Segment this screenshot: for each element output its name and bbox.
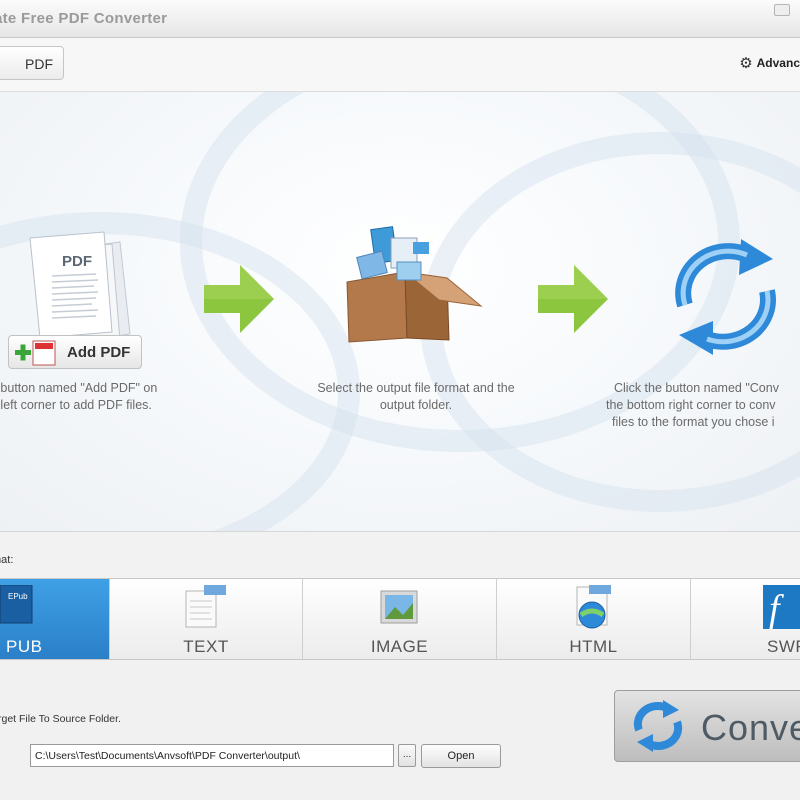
add-pdf-button-label: PDF xyxy=(25,56,53,72)
step3-text-line: Click the button named "Conv xyxy=(614,381,779,395)
convert-button-label: Conve xyxy=(701,707,800,748)
tab-html-label: HTML xyxy=(569,637,618,656)
output-settings: rget File To Source Folder. ... Open Con… xyxy=(0,660,800,800)
output-folder-box-icon xyxy=(346,226,483,343)
convert-button[interactable]: Conve xyxy=(614,690,800,762)
step1-description: e button named "Add PDF" on p left corne… xyxy=(0,380,210,414)
step3-description: Click the button named "Conv the bottom … xyxy=(606,380,800,431)
save-to-source-folder-label[interactable]: rget File To Source Folder. xyxy=(0,713,121,725)
green-arrow-icon xyxy=(538,265,608,333)
tab-text[interactable]: TEXT xyxy=(110,579,303,659)
swf-flash-icon: f xyxy=(763,585,800,630)
step3-text-line: the bottom right corner to conv xyxy=(606,398,776,412)
convert-refresh-icon xyxy=(675,239,776,355)
convert-icon xyxy=(633,700,683,752)
add-file-icon xyxy=(15,340,56,366)
guide-panel: PDF Add PDF e button named "Add PDF" on … xyxy=(0,92,800,532)
title-bar: ate Free PDF Converter xyxy=(0,0,800,38)
tab-epub-label: PUB xyxy=(6,637,43,656)
step2-text-line: Select the output file format and the xyxy=(317,381,515,395)
svg-text:PDF: PDF xyxy=(62,253,92,270)
open-folder-button[interactable]: Open xyxy=(421,744,501,768)
step1-text-line: p left corner to add PDF files. xyxy=(0,398,152,412)
image-file-icon xyxy=(380,590,418,624)
html-globe-icon xyxy=(576,585,611,629)
step2-text-line: output folder. xyxy=(379,398,453,412)
text-file-icon xyxy=(185,585,226,628)
step2-description: Select the output file format and the ou… xyxy=(296,380,536,414)
output-path-input[interactable] xyxy=(30,744,394,767)
svg-text:EPub: EPub xyxy=(8,592,28,601)
tab-html[interactable]: HTML xyxy=(497,579,691,659)
toolbar: PDF ⚙ Advanc xyxy=(0,38,800,92)
output-format-label: mat: xyxy=(0,554,14,566)
step1-text-line: e button named "Add PDF" on xyxy=(0,381,158,395)
tab-image-label: IMAGE xyxy=(370,637,429,656)
advanced-settings-link[interactable]: ⚙ Advanc xyxy=(739,54,800,74)
step3-text-line: files to the format you chose i xyxy=(612,415,775,429)
tab-swf[interactable]: f SWF xyxy=(691,579,800,659)
tab-text-label: TEXT xyxy=(183,637,229,656)
tab-epub[interactable]: EPub PUB xyxy=(0,579,110,659)
window-close-button[interactable] xyxy=(774,4,790,16)
tab-image[interactable]: IMAGE xyxy=(303,579,497,659)
window-title: ate Free PDF Converter xyxy=(0,10,168,27)
step1-add-pdf-illustration: Add PDF xyxy=(8,335,142,369)
epub-icon: EPub xyxy=(0,585,33,624)
add-pdf-button[interactable]: PDF xyxy=(0,46,64,80)
format-tabs: EPub PUB TEXT IMAGE HTML f SW xyxy=(0,578,800,660)
green-arrow-icon xyxy=(204,265,274,333)
tab-swf-label: SWF xyxy=(767,637,800,656)
browse-folder-button[interactable]: ... xyxy=(398,744,416,767)
advanced-label: Advanc xyxy=(756,56,800,70)
step1-button-label: Add PDF xyxy=(67,344,131,361)
gear-icon: ⚙ xyxy=(739,55,753,72)
